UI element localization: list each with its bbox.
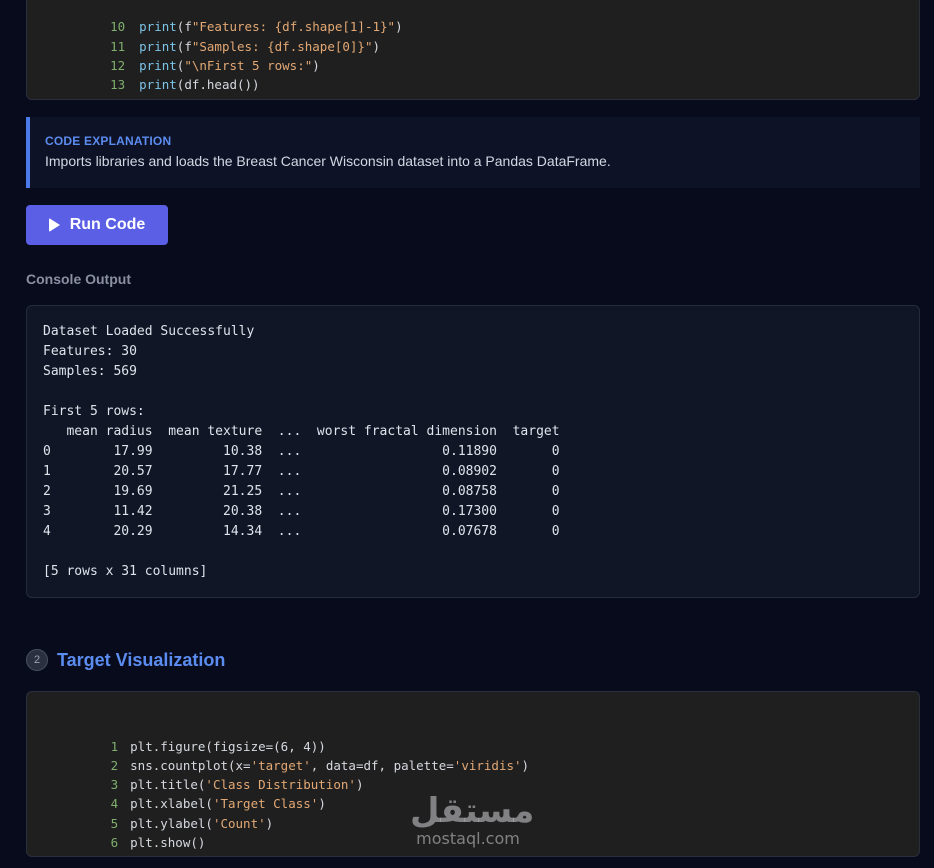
code-token: plt.show(): [130, 835, 206, 850]
code-token: print: [139, 77, 177, 92]
console-output-text: Dataset Loaded Successfully Features: 30…: [43, 324, 560, 579]
play-icon: [48, 218, 60, 232]
code-token: ): [355, 777, 364, 792]
code-token: ): [265, 816, 274, 831]
section-header: 2 Target Visualization: [26, 649, 225, 671]
code-token: ): [312, 58, 320, 73]
console-output-label: Console Output: [26, 271, 131, 287]
mostaql-watermark: مستقل mostaql.com: [410, 791, 535, 848]
watermark-arabic: مستقل: [410, 791, 535, 831]
notebook-page: 10 print(f"Features: {df.shape[1]-1}") 11…: [0, 0, 934, 868]
line-number: 6: [110, 835, 119, 850]
line-number: 13: [110, 77, 126, 92]
code-line: 6 plt.show(): [41, 814, 206, 868]
code-token: ): [372, 39, 381, 54]
code-explanation: CODE EXPLANATION Imports libraries and l…: [26, 117, 920, 188]
section-title: Target Visualization: [57, 649, 226, 670]
code-token: (df.head()): [176, 77, 260, 92]
watermark-latin: mostaql.com: [416, 829, 520, 848]
run-code-label: Run Code: [69, 216, 146, 233]
code-text: plt.show(): [130, 835, 205, 850]
code-token: ): [318, 796, 326, 811]
explanation-body: Imports libraries and loads the Breast C…: [45, 153, 611, 169]
console-output: Dataset Loaded Successfully Features: 30…: [26, 305, 920, 598]
code-token: 'viridis': [453, 758, 522, 773]
code-token: ): [521, 758, 530, 773]
code-line: 13 print(df.head()): [40, 56, 260, 113]
run-code-button[interactable]: Run Code: [26, 205, 168, 245]
step-number-badge: 2: [26, 649, 48, 671]
code-cell-1[interactable]: 10 print(f"Features: {df.shape[1]-1}") 11…: [26, 0, 920, 100]
explanation-title: CODE EXPLANATION: [45, 134, 172, 148]
code-token: 'Count': [212, 816, 266, 831]
code-token: ): [395, 19, 403, 34]
